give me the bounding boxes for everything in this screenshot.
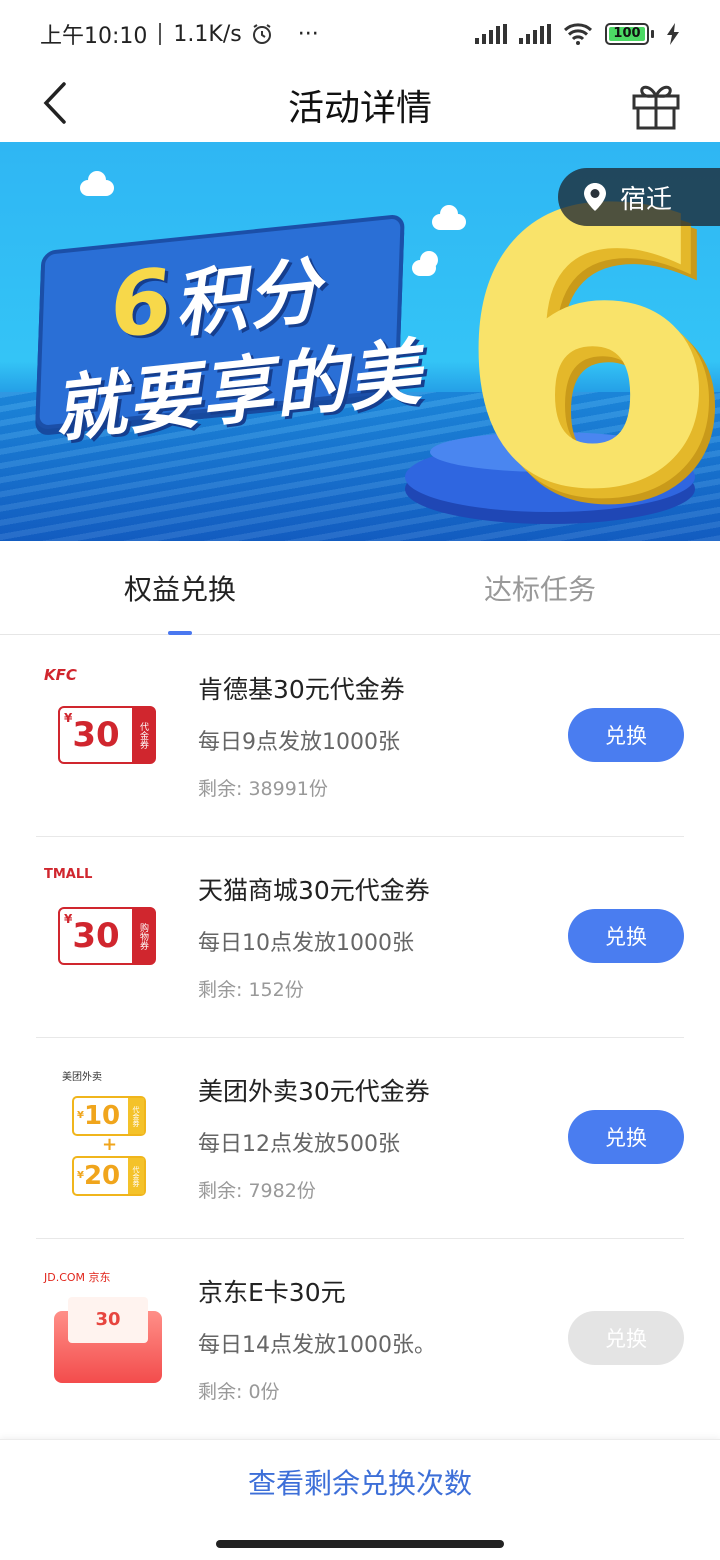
promo-banner[interactable]: 6积分 就要享的美 6 宿迁 [0, 142, 720, 541]
item-name: 肯德基30元代金券 [198, 675, 405, 704]
exchange-button[interactable]: 兑换 [568, 909, 684, 963]
list-item[interactable]: JD.COM 京东 30 京东E卡30元 每日14点发放1000张。 剩余: 0… [36, 1239, 684, 1440]
status-time: 上午10:10 [40, 24, 148, 49]
battery-level: 100 [609, 27, 645, 41]
tab-tasks[interactable]: 达标任务 [360, 541, 720, 635]
page-title: 活动详情 [287, 88, 432, 129]
card-value: 30 [68, 1297, 148, 1343]
meituan-logo: 美团外卖 [62, 1072, 102, 1083]
back-arrow-icon[interactable] [34, 78, 84, 128]
meituan-coupon-image: 美团外卖 ¥10 代金券 + ¥20 代金券 [36, 1060, 182, 1206]
list-item[interactable]: TMALL ¥30 购物券 天猫商城30元代金券 每日10点发放1000张 剩余… [36, 837, 684, 1038]
exchange-button[interactable]: 兑换 [568, 708, 684, 762]
coupon-stub: 代金券 [128, 1158, 144, 1194]
tab-label: 权益兑换 [123, 573, 236, 606]
network-speed: 1.1K/s [173, 21, 242, 47]
cloud-icon [80, 171, 114, 196]
signal-icon [519, 24, 551, 44]
tab-active-indicator [168, 631, 192, 635]
view-remaining-exchanges-link[interactable]: 查看剩余兑换次数 [0, 1462, 720, 1502]
home-indicator[interactable] [216, 1540, 504, 1548]
gift-icon[interactable] [628, 76, 684, 132]
coupon-currency: ¥ [77, 1110, 84, 1121]
coupon-plus: + [102, 1134, 118, 1155]
kfc-coupon-image: KFC ¥30 代金券 [36, 658, 182, 804]
list-item[interactable]: 美团外卖 ¥10 代金券 + ¥20 代金券 美团外卖30元代金券 每日12点发… [36, 1038, 684, 1239]
coupon-value: 30 [72, 916, 120, 956]
item-name: 美团外卖30元代金券 [198, 1077, 430, 1106]
red-envelope-graphic: 30 [54, 1297, 162, 1383]
coupon-graphic: ¥20 代金券 [72, 1156, 146, 1196]
item-schedule: 每日10点发放1000张 [198, 931, 414, 956]
status-separator [159, 23, 162, 45]
coupon-graphic: ¥30 购物券 [58, 907, 156, 965]
item-remaining: 剩余: 0份 [198, 1381, 280, 1403]
coupon-value: 20 [83, 1161, 121, 1191]
coupon-stub: 代金券 [132, 708, 154, 762]
tab-label: 达标任务 [483, 573, 596, 606]
status-more: ··· [297, 21, 319, 47]
item-remaining: 剩余: 152份 [198, 979, 304, 1001]
item-schedule: 每日12点发放500张 [198, 1132, 400, 1157]
kfc-logo: KFC [44, 666, 77, 684]
item-name: 京东E卡30元 [198, 1278, 346, 1307]
coupon-currency: ¥ [77, 1170, 84, 1181]
coupon-graphic: ¥30 代金券 [58, 706, 156, 764]
tmall-logo: TMALL [44, 867, 93, 882]
status-bar: 上午10:10 1.1K/s ··· 100 [0, 0, 720, 68]
coupon-value: 10 [83, 1101, 121, 1131]
footer: 查看剩余兑换次数 [0, 1439, 720, 1560]
nav-header: 活动详情 [0, 68, 720, 142]
location-pill[interactable]: 宿迁 [558, 168, 720, 226]
coupon-stub: 代金券 [128, 1098, 144, 1134]
signal-icon [475, 24, 507, 44]
coupon-stub: 购物券 [132, 909, 154, 963]
exchange-button[interactable]: 兑换 [568, 1110, 684, 1164]
item-remaining: 剩余: 7982份 [198, 1180, 316, 1202]
list-item[interactable]: KFC ¥30 代金券 肯德基30元代金券 每日9点发放1000张 剩余: 38… [36, 636, 684, 837]
tmall-coupon-image: TMALL ¥30 购物券 [36, 859, 182, 1005]
cloud-icon [412, 251, 438, 276]
jd-logo: JD.COM 京东 [44, 1271, 111, 1284]
alarm-clock-icon [252, 24, 271, 44]
item-name: 天猫商城30元代金券 [198, 876, 430, 905]
reward-list: KFC ¥30 代金券 肯德基30元代金券 每日9点发放1000张 剩余: 38… [36, 636, 684, 1440]
item-schedule: 每日9点发放1000张 [198, 730, 400, 755]
tab-rights-exchange[interactable]: 权益兑换 [0, 541, 360, 635]
jd-card-image: JD.COM 京东 30 [36, 1261, 182, 1407]
tab-bar: 权益兑换 达标任务 [0, 541, 720, 635]
coupon-graphic: ¥10 代金券 [72, 1096, 146, 1136]
location-pin-icon [584, 183, 606, 211]
coupon-value: 30 [72, 715, 120, 755]
location-label: 宿迁 [620, 184, 673, 215]
charging-icon [667, 23, 679, 45]
exchange-button-disabled[interactable]: 兑换 [568, 1311, 684, 1365]
wifi-icon [563, 23, 593, 45]
item-remaining: 剩余: 38991份 [198, 778, 328, 800]
item-schedule: 每日14点发放1000张。 [198, 1333, 436, 1358]
battery-icon: 100 [605, 23, 654, 45]
